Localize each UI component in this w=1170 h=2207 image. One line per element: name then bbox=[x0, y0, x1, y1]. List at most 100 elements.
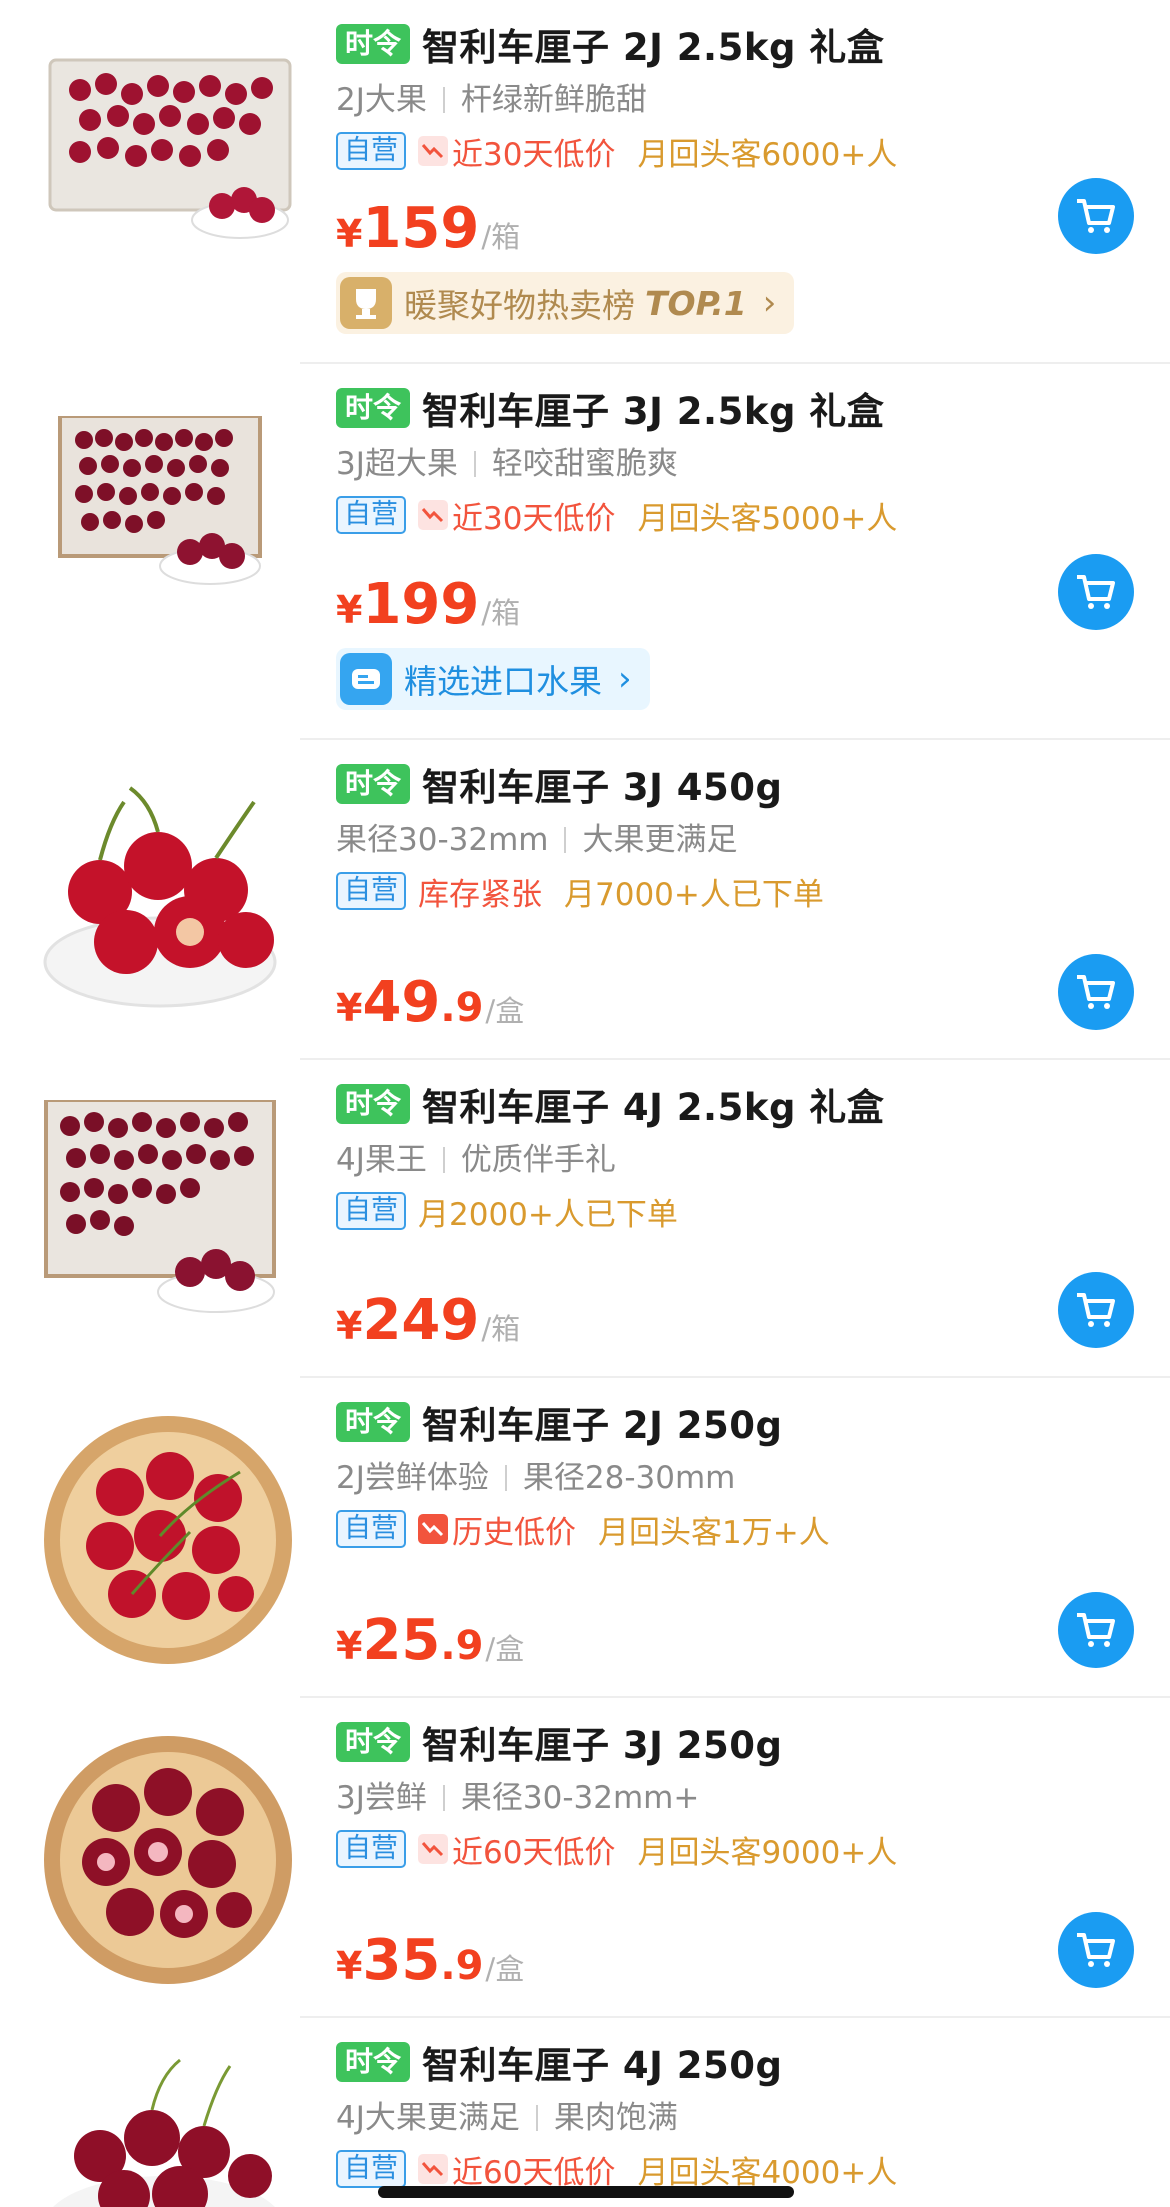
cart-icon bbox=[1077, 1613, 1115, 1647]
season-tag: 时令 bbox=[336, 2042, 411, 2082]
divider bbox=[504, 1465, 507, 1491]
product-card[interactable]: 时令 智利车厘子 2J 250g 2J尝鲜体验 果径28-30mm 自营 历史低价… bbox=[0, 1378, 1170, 1698]
trend-down-icon bbox=[418, 1834, 448, 1864]
low-price-label: 近30天低价 bbox=[452, 500, 616, 537]
product-spec: 3J尝鲜 bbox=[336, 1780, 427, 1816]
price: ¥35.9/盒 bbox=[336, 1928, 525, 1993]
trend-down-icon bbox=[418, 500, 448, 530]
price: ¥49.9/盒 bbox=[336, 970, 525, 1035]
low-stock-label: 库存紧张 bbox=[418, 876, 542, 913]
product-title[interactable]: 智利车厘子 4J 2.5kg 礼盒 bbox=[422, 1077, 884, 1131]
product-title[interactable]: 智利车厘子 3J 250g bbox=[422, 1715, 783, 1769]
season-tag: 时令 bbox=[336, 1084, 411, 1124]
product-title[interactable]: 智利车厘子 3J 450g bbox=[422, 757, 783, 811]
divider bbox=[564, 827, 567, 853]
chevron-right-icon: › bbox=[618, 659, 632, 699]
cherry-box-icon[interactable] bbox=[40, 416, 300, 676]
product-card[interactable]: 时令 智利车厘子 4J 250g 4J大果更满足 果肉饱满 自营 近60天低价 月… bbox=[0, 2018, 1170, 2207]
repeat-buyer-label: 月回头客4000+人 bbox=[637, 2154, 898, 2191]
cherry-box-icon[interactable] bbox=[40, 20, 300, 280]
hot-ranking-badge[interactable]: 暖聚好物热卖榜 TOP.1 › bbox=[336, 272, 795, 334]
add-to-cart-button[interactable] bbox=[1058, 178, 1134, 254]
product-spec: 3J超大果 bbox=[336, 446, 458, 482]
repeat-buyer-label: 月回头客6000+人 bbox=[637, 136, 898, 173]
low-price-label: 历史低价 bbox=[452, 1514, 576, 1551]
repeat-buyer-label: 月回头客1万+人 bbox=[598, 1514, 830, 1551]
chevron-right-icon: › bbox=[762, 283, 777, 323]
divider bbox=[442, 1147, 445, 1173]
imported-fruit-badge[interactable]: 精选进口水果 › bbox=[336, 648, 650, 710]
product-feature: 轻咬甜蜜脆爽 bbox=[491, 446, 678, 482]
imported-fruit-label: 精选进口水果 bbox=[404, 662, 602, 701]
product-spec: 4J大果更满足 bbox=[336, 2100, 520, 2136]
product-title[interactable]: 智利车厘子 2J 2.5kg 礼盒 bbox=[422, 17, 884, 71]
product-feature: 果肉饱满 bbox=[553, 2100, 678, 2136]
orders-label: 月2000+人已下单 bbox=[418, 1196, 678, 1233]
product-card[interactable]: 时令 智利车厘子 3J 450g 果径30-32mm 大果更满足 自营 库存紧张 … bbox=[0, 740, 1170, 1060]
price: ¥249/箱 bbox=[336, 1288, 521, 1353]
trend-down-icon bbox=[418, 1514, 448, 1544]
cherry-box-icon[interactable] bbox=[40, 1100, 300, 1360]
divider bbox=[535, 2105, 538, 2131]
orders-label: 月7000+人已下单 bbox=[564, 876, 824, 913]
self-operated-tag: 自营 bbox=[336, 1192, 406, 1230]
price: ¥199/箱 bbox=[336, 572, 521, 637]
self-operated-tag: 自营 bbox=[336, 2150, 406, 2188]
repeat-buyer-label: 月回头客5000+人 bbox=[637, 500, 898, 537]
price: ¥159/箱 bbox=[336, 196, 521, 261]
trophy-icon bbox=[340, 277, 392, 329]
season-tag: 时令 bbox=[336, 764, 411, 804]
product-feature: 优质伴手礼 bbox=[460, 1142, 616, 1178]
season-tag: 时令 bbox=[336, 1722, 411, 1762]
product-card[interactable]: 时令 智利车厘子 3J 2.5kg 礼盒 3J超大果 轻咬甜蜜脆爽 自营 近30天… bbox=[0, 364, 1170, 740]
cherry-bowl-icon[interactable] bbox=[40, 2056, 300, 2207]
product-feature: 果径28-30mm bbox=[522, 1460, 736, 1496]
product-feature: 大果更满足 bbox=[582, 822, 738, 858]
trend-down-icon bbox=[418, 136, 448, 166]
cart-icon bbox=[1077, 1293, 1115, 1327]
season-tag: 时令 bbox=[336, 24, 411, 64]
low-price-label: 近60天低价 bbox=[452, 2154, 616, 2191]
product-feature: 果径30-32mm+ bbox=[460, 1780, 700, 1816]
divider bbox=[442, 87, 445, 113]
product-card[interactable]: 时令 智利车厘子 2J 2.5kg 礼盒 2J大果 杆绿新鲜脆甜 自营 近30天低… bbox=[0, 0, 1170, 364]
product-card[interactable]: 时令 智利车厘子 3J 250g 3J尝鲜 果径30-32mm+ 自营 近60天低… bbox=[0, 1698, 1170, 2018]
product-spec: 2J尝鲜体验 bbox=[336, 1460, 489, 1496]
product-card[interactable]: 时令 智利车厘子 4J 2.5kg 礼盒 4J果王 优质伴手礼 自营 月2000+… bbox=[0, 1060, 1170, 1378]
cherry-plate-icon[interactable] bbox=[40, 1412, 300, 1672]
self-operated-tag: 自营 bbox=[336, 132, 406, 170]
divider bbox=[442, 1785, 445, 1811]
add-to-cart-button[interactable] bbox=[1058, 1272, 1134, 1348]
product-spec: 果径30-32mm bbox=[336, 822, 549, 858]
season-tag: 时令 bbox=[336, 388, 411, 428]
price: ¥25.9/盒 bbox=[336, 1608, 525, 1673]
cherry-plate-icon[interactable] bbox=[40, 1732, 300, 1992]
add-to-cart-button[interactable] bbox=[1058, 954, 1134, 1030]
self-operated-tag: 自营 bbox=[336, 872, 406, 910]
low-price-label: 近30天低价 bbox=[452, 136, 616, 173]
low-price-label: 近60天低价 bbox=[452, 1834, 616, 1871]
product-spec: 2J大果 bbox=[336, 82, 427, 118]
divider bbox=[473, 451, 476, 477]
add-to-cart-button[interactable] bbox=[1058, 1912, 1134, 1988]
self-operated-tag: 自营 bbox=[336, 1830, 406, 1868]
cart-icon bbox=[1077, 575, 1115, 609]
add-to-cart-button[interactable] bbox=[1058, 1592, 1134, 1668]
cart-icon bbox=[1077, 975, 1115, 1009]
product-title[interactable]: 智利车厘子 2J 250g bbox=[422, 1395, 783, 1449]
home-indicator[interactable] bbox=[378, 2186, 794, 2198]
ranking-position: TOP.1 bbox=[645, 283, 747, 323]
repeat-buyer-label: 月回头客9000+人 bbox=[637, 1834, 898, 1871]
trend-down-icon bbox=[418, 2154, 448, 2184]
self-operated-tag: 自营 bbox=[336, 1510, 406, 1548]
ranking-label: 暖聚好物热卖榜 bbox=[404, 286, 635, 325]
imported-fruit-icon bbox=[340, 653, 392, 705]
cart-icon bbox=[1077, 199, 1115, 233]
add-to-cart-button[interactable] bbox=[1058, 554, 1134, 630]
cherry-bowl-icon[interactable] bbox=[40, 782, 300, 1042]
self-operated-tag: 自营 bbox=[336, 496, 406, 534]
product-title[interactable]: 智利车厘子 4J 250g bbox=[422, 2035, 783, 2089]
cart-icon bbox=[1077, 1933, 1115, 1967]
product-title[interactable]: 智利车厘子 3J 2.5kg 礼盒 bbox=[422, 381, 884, 435]
product-spec: 4J果王 bbox=[336, 1142, 427, 1178]
